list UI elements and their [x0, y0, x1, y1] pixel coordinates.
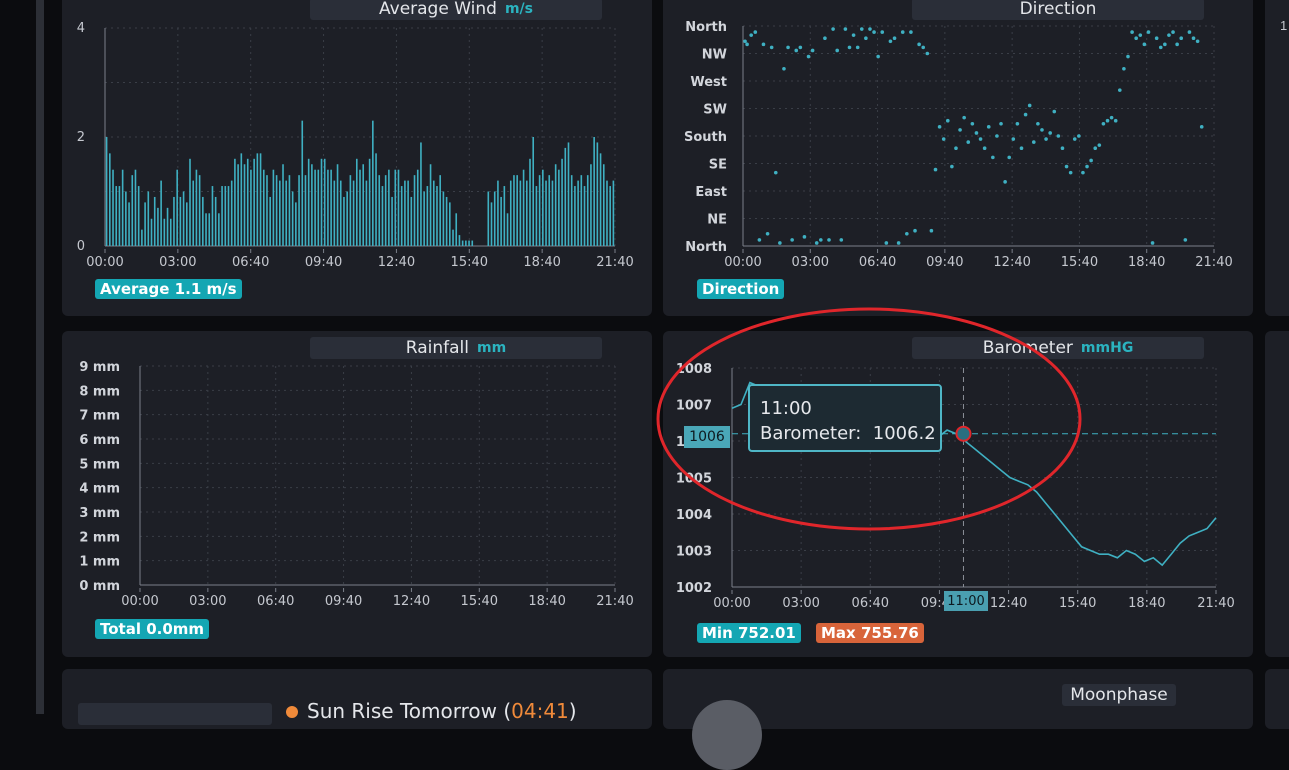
- baro-ytick-label: 1008: [676, 362, 712, 377]
- tooltip-line: Barometer: 1006.2: [760, 423, 936, 444]
- baro-ytick-label: 1003: [676, 545, 712, 560]
- baro-xtick-label: 06:40: [852, 596, 889, 611]
- barometer-chart[interactable]: 1008 1007 1006 1005 1004 1003 100200:00 03:00 06…: [0, 0, 1289, 714]
- tooltip-value: 1006.2: [872, 423, 936, 444]
- baro-ytick-label: 1002: [676, 581, 712, 596]
- baro-hover-point: [955, 425, 972, 442]
- baro-xtick-label: 18:40: [1128, 596, 1165, 611]
- barometer-min-badge: Min 752.01: [697, 623, 801, 643]
- baro-ytick-label: 1005: [676, 472, 712, 487]
- moonphase-title: Moonphase: [1062, 684, 1176, 706]
- baro-xtick-label: 21:40: [1197, 596, 1234, 611]
- crosshair-x-label: 11:00: [944, 591, 988, 611]
- sun-rise-time: 04:41: [511, 699, 569, 723]
- tooltip-label: Barometer:: [760, 423, 862, 444]
- baro-ytick-label: 1007: [676, 399, 712, 414]
- sun-rise-close: ): [568, 699, 577, 723]
- crosshair-y-label: 1006: [684, 426, 730, 448]
- sun-rise-icon: [286, 706, 298, 718]
- sun-rise-text: Sun Rise Tomorrow (04:41): [307, 699, 577, 723]
- sun-panel-title-bar: [78, 703, 272, 725]
- barometer-max-badge: Max 755.76: [816, 623, 924, 643]
- barometer-tooltip: 11:00 Barometer: 1006.2: [748, 384, 942, 452]
- baro-xtick-label: 03:00: [782, 596, 819, 611]
- baro-xtick-label: 12:40: [990, 596, 1027, 611]
- baro-xtick-label: 00:00: [713, 596, 750, 611]
- baro-ytick-label: 1004: [676, 508, 712, 523]
- moon-phase-icon: [692, 700, 762, 770]
- moonphase-title-text: Moonphase: [1070, 685, 1168, 705]
- sun-rise-label: Sun Rise Tomorrow (: [307, 699, 512, 723]
- baro-xtick-label: 15:40: [1059, 596, 1096, 611]
- tooltip-time: 11:00: [760, 398, 812, 419]
